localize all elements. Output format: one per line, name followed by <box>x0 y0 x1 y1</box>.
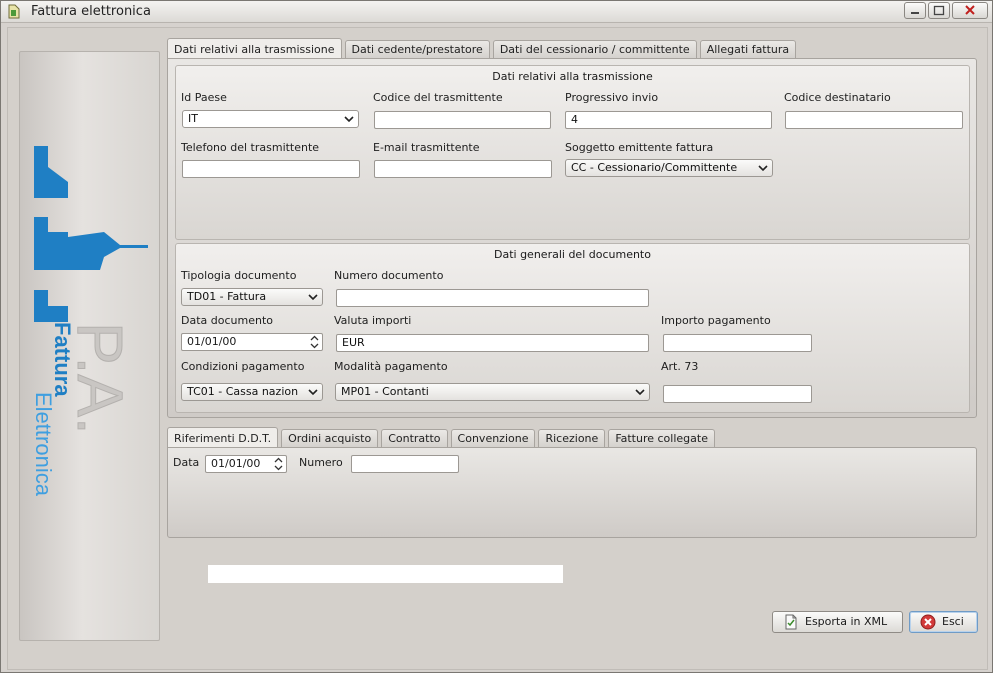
tab-ricezione[interactable]: Ricezione <box>538 429 606 448</box>
spin-arrows-icon <box>310 335 319 349</box>
application-window: Fattura elettronica P.A. Fattura Elettro… <box>0 0 993 673</box>
branding-panel: P.A. Fattura Elettronica <box>19 51 160 641</box>
telefono-input[interactable] <box>182 160 360 178</box>
minimize-icon <box>911 12 919 14</box>
chevron-down-icon <box>308 294 318 301</box>
email-input[interactable] <box>374 160 552 178</box>
numero-documento-input[interactable] <box>336 289 649 307</box>
tab-fatture-collegate[interactable]: Fatture collegate <box>608 429 715 448</box>
tab-convenzione[interactable]: Convenzione <box>450 429 536 448</box>
condizioni-pagamento-select[interactable]: TC01 - Cassa nazion <box>181 383 323 401</box>
tab-riferimenti-ddt[interactable]: Riferimenti D.D.T. <box>167 427 279 449</box>
modalita-pagamento-value: MP01 - Contanti <box>341 385 429 398</box>
modalita-pagamento-select[interactable]: MP01 - Contanti <box>335 383 650 401</box>
ddt-data-spinner[interactable]: 01/01/00 <box>205 455 287 473</box>
tab-pane-ddt: Data 01/01/00 Numero <box>167 447 977 538</box>
chevron-down-icon <box>635 389 645 396</box>
main-tabbar: Dati relativi alla trasmissione Dati ced… <box>167 37 799 60</box>
close-window-button[interactable] <box>952 2 988 19</box>
spin-arrows-icon <box>274 457 283 471</box>
export-xml-button[interactable]: Esporta in XML <box>772 611 903 633</box>
ddt-data-label: Data <box>173 456 200 469</box>
data-documento-label: Data documento <box>181 314 273 327</box>
telefono-label: Telefono del trasmittente <box>181 141 320 154</box>
tab-pane-trasmissione: Dati relativi alla trasmissione Id Paese… <box>167 58 977 418</box>
codice-trasmittente-label: Codice del trasmittente <box>373 91 503 104</box>
app-icon <box>8 4 20 19</box>
art73-input[interactable] <box>663 385 812 403</box>
tab-trasmissione[interactable]: Dati relativi alla trasmissione <box>167 38 342 60</box>
logo-elettronica-text: Elettronica <box>31 392 56 497</box>
tab-allegati[interactable]: Allegati fattura <box>699 40 797 59</box>
minimize-button[interactable] <box>904 2 926 19</box>
tab-contratto[interactable]: Contratto <box>381 429 448 448</box>
id-paese-select[interactable]: IT <box>182 110 359 128</box>
maximize-button[interactable] <box>928 2 950 19</box>
tipologia-documento-label: Tipologia documento <box>181 269 297 282</box>
tipologia-documento-select[interactable]: TD01 - Fattura <box>181 288 323 306</box>
soggetto-emittente-value: CC - Cessionario/Committente <box>571 161 738 174</box>
condizioni-pagamento-label: Condizioni pagamento <box>181 360 305 373</box>
close-icon <box>965 5 975 15</box>
ddt-numero-label: Numero <box>299 456 343 469</box>
exit-button[interactable]: Esci <box>909 611 978 633</box>
codice-trasmittente-input[interactable] <box>374 111 551 129</box>
tipologia-documento-value: TD01 - Fattura <box>187 290 267 303</box>
logo-fattura-text: Fattura <box>50 322 75 397</box>
id-paese-label: Id Paese <box>181 91 227 104</box>
data-documento-spinner[interactable]: 01/01/00 <box>181 333 323 351</box>
modalita-pagamento-label: Modalità pagamento <box>334 360 448 373</box>
group-title-trasmissione: Dati relativi alla trasmissione <box>492 70 653 83</box>
tab-ordini-acquisto[interactable]: Ordini acquisto <box>281 429 379 448</box>
fattura-pa-logo: P.A. Fattura Elettronica <box>31 146 148 497</box>
progressivo-invio-input[interactable]: 4 <box>565 111 772 129</box>
tab-cedente[interactable]: Dati cedente/prestatore <box>344 40 490 59</box>
art73-label: Art. 73 <box>661 360 699 373</box>
importo-pagamento-input[interactable] <box>663 334 812 352</box>
tab-cessionario[interactable]: Dati del cessionario / committente <box>492 40 697 59</box>
window-title: Fattura elettronica <box>31 4 151 19</box>
valuta-importi-label: Valuta importi <box>334 314 412 327</box>
export-xml-label: Esporta in XML <box>805 615 888 628</box>
numero-documento-label: Numero documento <box>334 269 444 282</box>
group-title-documento: Dati generali del documento <box>494 248 651 261</box>
progressivo-invio-label: Progressivo invio <box>565 91 659 104</box>
chevron-down-icon <box>308 389 318 396</box>
title-bar[interactable]: Fattura elettronica <box>1 1 992 23</box>
codice-destinatario-label: Codice destinatario <box>784 91 891 104</box>
chevron-down-icon <box>344 116 354 123</box>
chevron-down-icon <box>758 165 768 172</box>
exit-label: Esci <box>942 615 964 628</box>
status-field <box>208 565 563 583</box>
xml-file-icon <box>785 614 797 630</box>
ddt-data-value: 01/01/00 <box>211 457 261 470</box>
condizioni-pagamento-value: TC01 - Cassa nazion <box>187 385 299 398</box>
importo-pagamento-label: Importo pagamento <box>661 314 771 327</box>
ddt-numero-input[interactable] <box>351 455 459 473</box>
id-paese-value: IT <box>188 112 198 125</box>
exit-icon <box>920 614 936 630</box>
codice-destinatario-input[interactable] <box>785 111 963 129</box>
maximize-icon <box>933 5 945 16</box>
valuta-importi-input[interactable]: EUR <box>336 334 649 352</box>
sub-tabbar: Riferimenti D.D.T. Ordini acquisto Contr… <box>167 426 718 449</box>
soggetto-emittente-label: Soggetto emittente fattura <box>565 141 714 154</box>
email-label: E-mail trasmittente <box>373 141 480 154</box>
soggetto-emittente-select[interactable]: CC - Cessionario/Committente <box>565 159 773 177</box>
data-documento-value: 01/01/00 <box>187 335 237 348</box>
